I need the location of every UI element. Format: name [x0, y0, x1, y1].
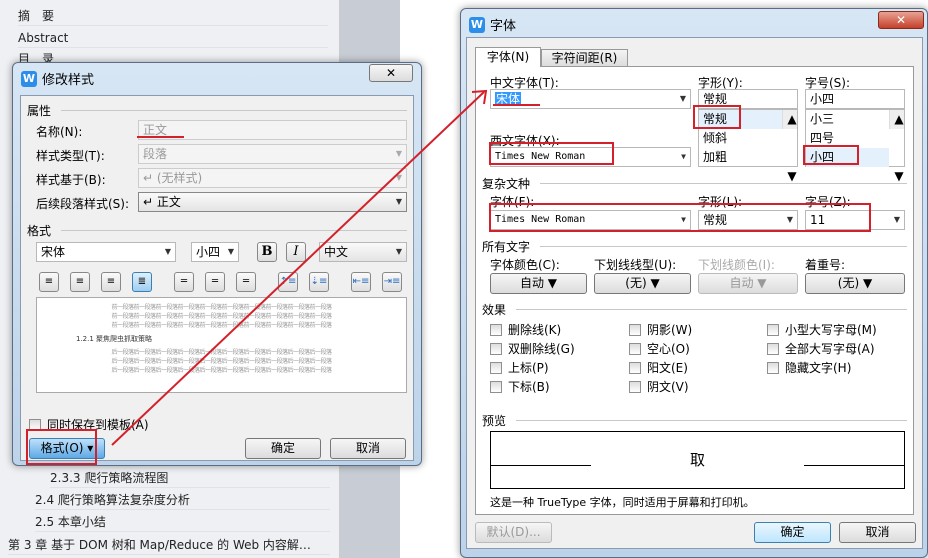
font-preview: 取	[490, 431, 905, 489]
close-button[interactable]: ✕	[369, 64, 413, 82]
nav-item[interactable]: 2.5 本章小结	[35, 512, 330, 532]
next-style-label: 后续段落样式(S):	[36, 197, 130, 211]
style-preview: 前一段落前一段落前一段落前一段落前一段落前一段落前一段落前一段落前一段落前一段落…	[36, 297, 407, 393]
list-item[interactable]: 加粗	[699, 148, 797, 167]
nav-item[interactable]: Abstract	[18, 28, 328, 48]
annotation-box	[489, 203, 871, 232]
tab-spacing[interactable]: 字符间距(R)	[541, 49, 628, 67]
ok-button[interactable]: 确定	[754, 522, 831, 543]
font-select[interactable]: 宋体	[36, 242, 176, 262]
style-type-select[interactable]: 段落	[138, 144, 407, 164]
effect-checkbox[interactable]: 全部大写字母(A)	[767, 340, 875, 357]
scrollbar[interactable]: ▲ ▼	[889, 110, 904, 183]
dialog-title: 修改样式	[42, 73, 95, 88]
next-style-select[interactable]: ↵ 正文	[138, 192, 407, 212]
emphasis-select[interactable]: (无) ▼	[805, 273, 905, 294]
cancel-button[interactable]: 取消	[330, 438, 406, 459]
preview-heading: 1.2.1 聚焦爬虫抓取策略	[76, 335, 153, 343]
align-right-icon[interactable]: ≡	[101, 272, 121, 292]
align-center-icon[interactable]: ≡	[70, 272, 90, 292]
modify-style-dialog: W修改样式 ✕ 属性 名称(N): 正文 样式类型(T): 段落 样式基于(B)…	[12, 62, 422, 466]
scrollbar[interactable]: ▲ ▼	[782, 110, 797, 183]
effect-checkbox[interactable]: 阴影(W)	[629, 321, 692, 338]
annotation-underline	[137, 136, 184, 138]
close-button[interactable]: ✕	[878, 11, 924, 29]
nav-item[interactable]: 摘 要	[18, 6, 328, 26]
wps-logo-icon: W	[469, 16, 485, 33]
size-select[interactable]: 小四	[191, 242, 239, 262]
tab-font[interactable]: 字体(N)	[475, 47, 541, 67]
font-dialog: W 字体 ✕ 字体(N) 字符间距(R) 中文字体(T): 字形(Y): 字号(S…	[460, 8, 928, 558]
effect-checkbox[interactable]: 双删除线(G)	[490, 340, 575, 357]
underline-style-select[interactable]: (无) ▼	[594, 273, 691, 294]
cn-font-select[interactable]: 宋体	[490, 89, 691, 109]
nav-item[interactable]: 2.4 爬行策略算法复杂度分析	[35, 490, 330, 510]
based-on-select[interactable]: ↵ (无样式)	[138, 168, 407, 188]
effect-checkbox[interactable]: 下标(B)	[490, 378, 550, 395]
bold-button[interactable]: B	[257, 242, 277, 262]
script-select[interactable]: 中文	[319, 242, 407, 262]
italic-button[interactable]: I	[286, 242, 306, 262]
section-format: 格式	[27, 224, 52, 238]
ok-button[interactable]: 确定	[245, 438, 321, 459]
based-on-label: 样式基于(B):	[36, 173, 106, 187]
cancel-button[interactable]: 取消	[839, 522, 916, 543]
nav-item[interactable]: 2.3.3 爬行策略流程图	[50, 468, 330, 488]
nav-item[interactable]: 第 3 章 基于 DOM 树和 Map/Reduce 的 Web 内容解…	[8, 535, 330, 555]
section-all-text: 所有文字	[482, 240, 531, 254]
annotation-box	[693, 105, 741, 129]
underline-color-select[interactable]: 自动 ▼	[698, 273, 798, 294]
dialog-title: 字体	[490, 19, 517, 34]
default-button[interactable]: 默认(D)...	[475, 522, 552, 543]
annotation-underline	[493, 104, 540, 106]
annotation-box	[803, 145, 859, 165]
preview-caption: 这是一种 TrueType 字体，同时适用于屏幕和打印机。	[490, 496, 755, 509]
type-label: 样式类型(T):	[36, 149, 105, 163]
justify-icon[interactable]: ≣	[132, 272, 152, 292]
annotation-box	[26, 429, 97, 465]
color-label: 字体颜色(C):	[490, 258, 560, 272]
increase-indent-icon[interactable]: ⇥≡	[382, 272, 402, 292]
underline-label: 下划线线型(U):	[594, 258, 677, 272]
section-preview: 预览	[482, 414, 507, 428]
effect-checkbox[interactable]: 隐藏文字(H)	[767, 359, 851, 376]
double-spacing-icon[interactable]: ═	[236, 272, 256, 292]
annotation-box	[489, 142, 614, 165]
increase-para-spacing-icon[interactable]: ⇡≡	[278, 272, 298, 292]
effect-checkbox[interactable]: 上标(P)	[490, 359, 549, 376]
name-label: 名称(N):	[36, 125, 83, 139]
underline-color-label: 下划线颜色(I):	[698, 258, 775, 272]
effect-checkbox[interactable]: 阳文(E)	[629, 359, 688, 376]
decrease-para-spacing-icon[interactable]: ⇣≡	[309, 272, 329, 292]
size-input[interactable]: 小四	[805, 89, 905, 109]
section-complex: 复杂文种	[482, 177, 531, 191]
one-half-spacing-icon[interactable]: ═	[205, 272, 225, 292]
font-color-select[interactable]: 自动 ▼	[490, 273, 587, 294]
effect-checkbox[interactable]: 阴文(V)	[629, 378, 689, 395]
list-item[interactable]: 倾斜	[699, 129, 797, 148]
decrease-indent-icon[interactable]: ⇤≡	[351, 272, 371, 292]
effect-checkbox[interactable]: 空心(O)	[629, 340, 690, 357]
section-effects: 效果	[482, 303, 507, 317]
section-properties: 属性	[27, 104, 52, 118]
emphasis-label: 着重号:	[805, 258, 846, 272]
effect-checkbox[interactable]: 小型大写字母(M)	[767, 321, 877, 338]
align-left-icon[interactable]: ≡	[39, 272, 59, 292]
effect-checkbox[interactable]: 删除线(K)	[490, 321, 561, 338]
single-spacing-icon[interactable]: ═	[174, 272, 194, 292]
wps-logo-icon: W	[21, 70, 37, 87]
